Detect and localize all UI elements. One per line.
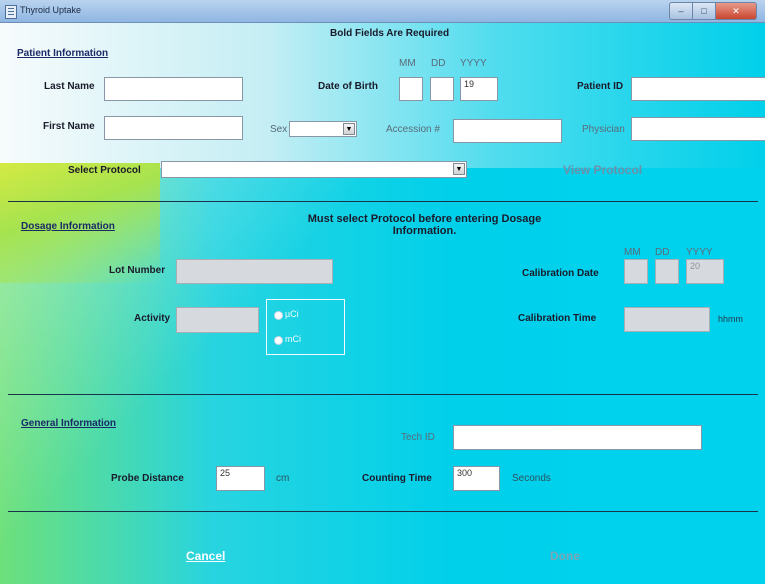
lot-number-label: Lot Number <box>109 265 166 276</box>
accession-input[interactable] <box>453 119 562 143</box>
cal-month-input[interactable] <box>624 259 648 284</box>
chevron-down-icon[interactable]: ▼ <box>343 123 355 135</box>
protocol-select[interactable]: ▼ <box>161 161 467 178</box>
window-title: Thyroid Uptake <box>20 5 82 15</box>
dob-yyyy-header: YYYY <box>460 58 487 69</box>
patient-id-input[interactable] <box>631 77 765 101</box>
close-icon[interactable]: ✕ <box>716 2 757 20</box>
physician-label: Physician <box>582 124 625 135</box>
calibration-time-label: Calibration Time <box>518 313 597 324</box>
form-area: Bold Fields Are Required Patient Informa… <box>0 23 765 584</box>
activity-input[interactable] <box>176 307 259 333</box>
app-icon <box>5 5 17 19</box>
required-note: Bold Fields Are Required <box>330 28 450 39</box>
uci-label: µCi <box>285 309 299 319</box>
chevron-down-icon[interactable]: ▼ <box>453 163 465 175</box>
mci-radio[interactable] <box>274 336 283 345</box>
probe-distance-unit: cm <box>276 473 290 484</box>
calibration-time-input[interactable] <box>624 307 710 332</box>
dob-year-input[interactable]: 19 <box>460 77 498 101</box>
uci-radio[interactable] <box>274 311 283 320</box>
time-unit-label: hhmm <box>718 314 744 324</box>
dob-mm-header: MM <box>399 58 416 69</box>
window-controls: – □ ✕ <box>669 2 757 20</box>
cancel-button[interactable]: Cancel <box>186 549 225 563</box>
activity-label: Activity <box>134 313 171 324</box>
done-button[interactable]: Done <box>550 549 580 563</box>
first-name-input[interactable] <box>104 116 243 140</box>
select-protocol-label: Select Protocol <box>68 165 141 176</box>
dob-label: Date of Birth <box>318 81 378 92</box>
maximize-icon[interactable]: □ <box>693 2 716 20</box>
counting-time-unit: Seconds <box>512 473 551 484</box>
app-window: Thyroid Uptake – □ ✕ Bold Fields Are Req… <box>0 0 765 584</box>
dob-day-input[interactable] <box>430 77 454 101</box>
sex-select[interactable]: ▼ <box>289 121 357 137</box>
physician-input[interactable] <box>631 117 765 141</box>
divider <box>8 394 758 395</box>
cal-year-input[interactable]: 20 <box>686 259 724 284</box>
divider <box>8 201 758 202</box>
cal-day-input[interactable] <box>655 259 679 284</box>
cal-yyyy-header: YYYY <box>686 247 713 258</box>
first-name-label: First Name <box>43 121 95 132</box>
sex-label: Sex <box>270 124 288 135</box>
tech-id-label: Tech ID <box>401 432 435 443</box>
counting-time-label: Counting Time <box>362 473 432 484</box>
mci-label: mCi <box>285 334 301 344</box>
dob-dd-header: DD <box>431 58 446 69</box>
cal-mm-header: MM <box>624 247 641 258</box>
patient-section-heading: Patient Information <box>17 48 109 59</box>
accession-label: Accession # <box>386 124 440 135</box>
probe-distance-input[interactable]: 25 <box>216 466 265 491</box>
activity-unit-group: µCi mCi <box>266 299 345 355</box>
divider <box>8 511 758 512</box>
view-protocol-button[interactable]: View Protocol <box>563 163 642 177</box>
lot-number-input[interactable] <box>176 259 333 284</box>
minimize-icon[interactable]: – <box>669 2 693 20</box>
last-name-input[interactable] <box>104 77 243 101</box>
tech-id-input[interactable] <box>453 425 702 450</box>
last-name-label: Last Name <box>44 81 95 92</box>
general-section-heading: General Information <box>21 418 117 429</box>
dob-month-input[interactable] <box>399 77 423 101</box>
calibration-date-label: Calibration Date <box>522 268 599 279</box>
dosage-section-heading: Dosage Information <box>21 221 115 232</box>
patient-id-label: Patient ID <box>577 81 624 92</box>
cal-dd-header: DD <box>655 247 670 258</box>
probe-distance-label: Probe Distance <box>111 473 184 484</box>
protocol-notice: Must select Protocol before entering Dos… <box>307 213 542 237</box>
title-bar[interactable]: Thyroid Uptake – □ ✕ <box>0 0 765 23</box>
counting-time-input[interactable]: 300 <box>453 466 500 491</box>
